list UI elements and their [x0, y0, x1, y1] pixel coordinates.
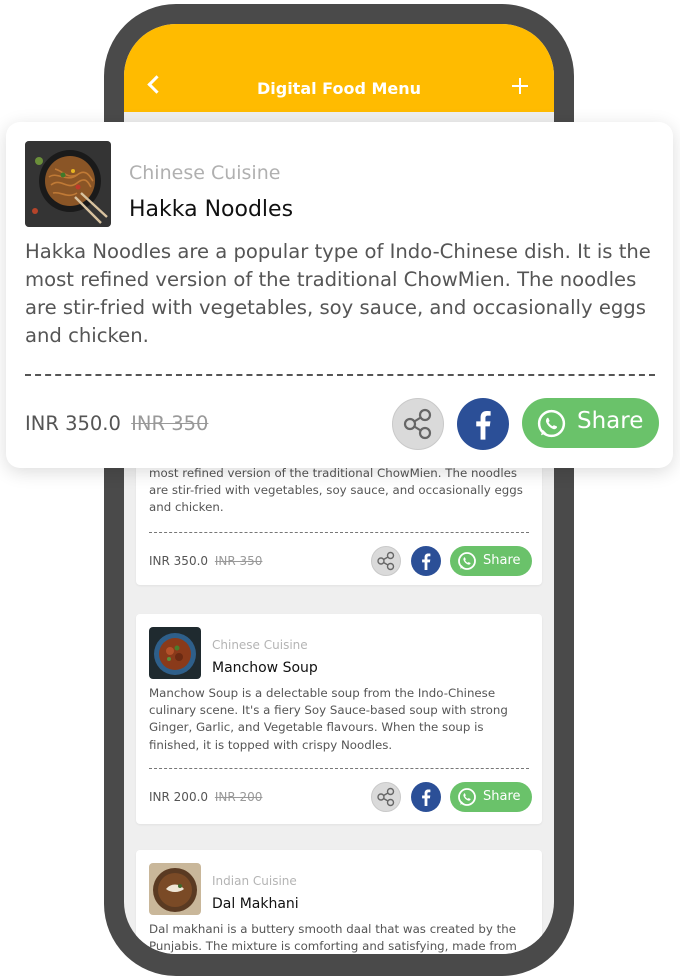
- old-price: INR 200: [214, 790, 263, 804]
- share-label: Share: [577, 408, 644, 434]
- item-price: INR 350.0 INR 350: [149, 554, 262, 568]
- menu-item-card[interactable]: Chinese Cuisine Manchow Soup Manchow Sou…: [136, 614, 542, 824]
- old-price: INR 350: [131, 412, 209, 435]
- dish-thumbnail: [25, 141, 111, 227]
- share-label: Share: [483, 553, 521, 568]
- dish-thumbnail: [149, 627, 201, 679]
- share-icon[interactable]: [371, 546, 401, 576]
- item-description: Hakka Noodles are a popular type of Indo…: [25, 240, 651, 347]
- item-description: most refined version of the traditional …: [149, 466, 523, 515]
- facebook-icon[interactable]: [411, 546, 441, 576]
- whatsapp-icon: [458, 788, 476, 806]
- facebook-icon[interactable]: [411, 782, 441, 812]
- divider: [149, 768, 529, 769]
- item-name: Manchow Soup: [212, 660, 318, 676]
- current-price: INR 350.0: [149, 554, 209, 568]
- page-title: Digital Food Menu: [256, 79, 422, 98]
- facebook-icon[interactable]: [457, 398, 509, 450]
- item-cuisine: Chinese Cuisine: [129, 162, 281, 184]
- share-icon[interactable]: [371, 782, 401, 812]
- current-price: INR 200.0: [149, 790, 209, 804]
- add-icon[interactable]: [512, 78, 528, 94]
- divider: [25, 374, 655, 376]
- app-bar: Digital Food Menu: [124, 24, 554, 112]
- item-cuisine: Chinese Cuisine: [212, 638, 308, 652]
- featured-item-card[interactable]: Chinese Cuisine Hakka Noodles Hakka Nood…: [6, 122, 673, 468]
- item-description: Dal makhani is a buttery smooth daal tha…: [149, 922, 517, 954]
- whatsapp-share-button[interactable]: Share: [450, 546, 532, 576]
- whatsapp-icon: [458, 552, 476, 570]
- share-label: Share: [483, 789, 521, 804]
- menu-item-card[interactable]: Indian Cuisine Dal Makhani Dal makhani i…: [136, 850, 542, 954]
- dish-thumbnail: [149, 863, 201, 915]
- item-cuisine: Indian Cuisine: [212, 874, 297, 888]
- old-price: INR 350: [214, 554, 263, 568]
- whatsapp-share-button[interactable]: Share: [450, 782, 532, 812]
- share-icon[interactable]: [392, 398, 444, 450]
- item-price: INR 350.0 INR 350: [25, 412, 208, 435]
- whatsapp-share-button[interactable]: Share: [522, 398, 659, 448]
- item-price: INR 200.0 INR 200: [149, 790, 262, 804]
- divider: [149, 532, 529, 533]
- current-price: INR 350.0: [25, 412, 121, 435]
- item-name: Hakka Noodles: [129, 197, 294, 222]
- item-name: Dal Makhani: [212, 896, 299, 912]
- item-description: Manchow Soup is a delectable soup from t…: [149, 686, 508, 752]
- whatsapp-icon: [537, 409, 566, 438]
